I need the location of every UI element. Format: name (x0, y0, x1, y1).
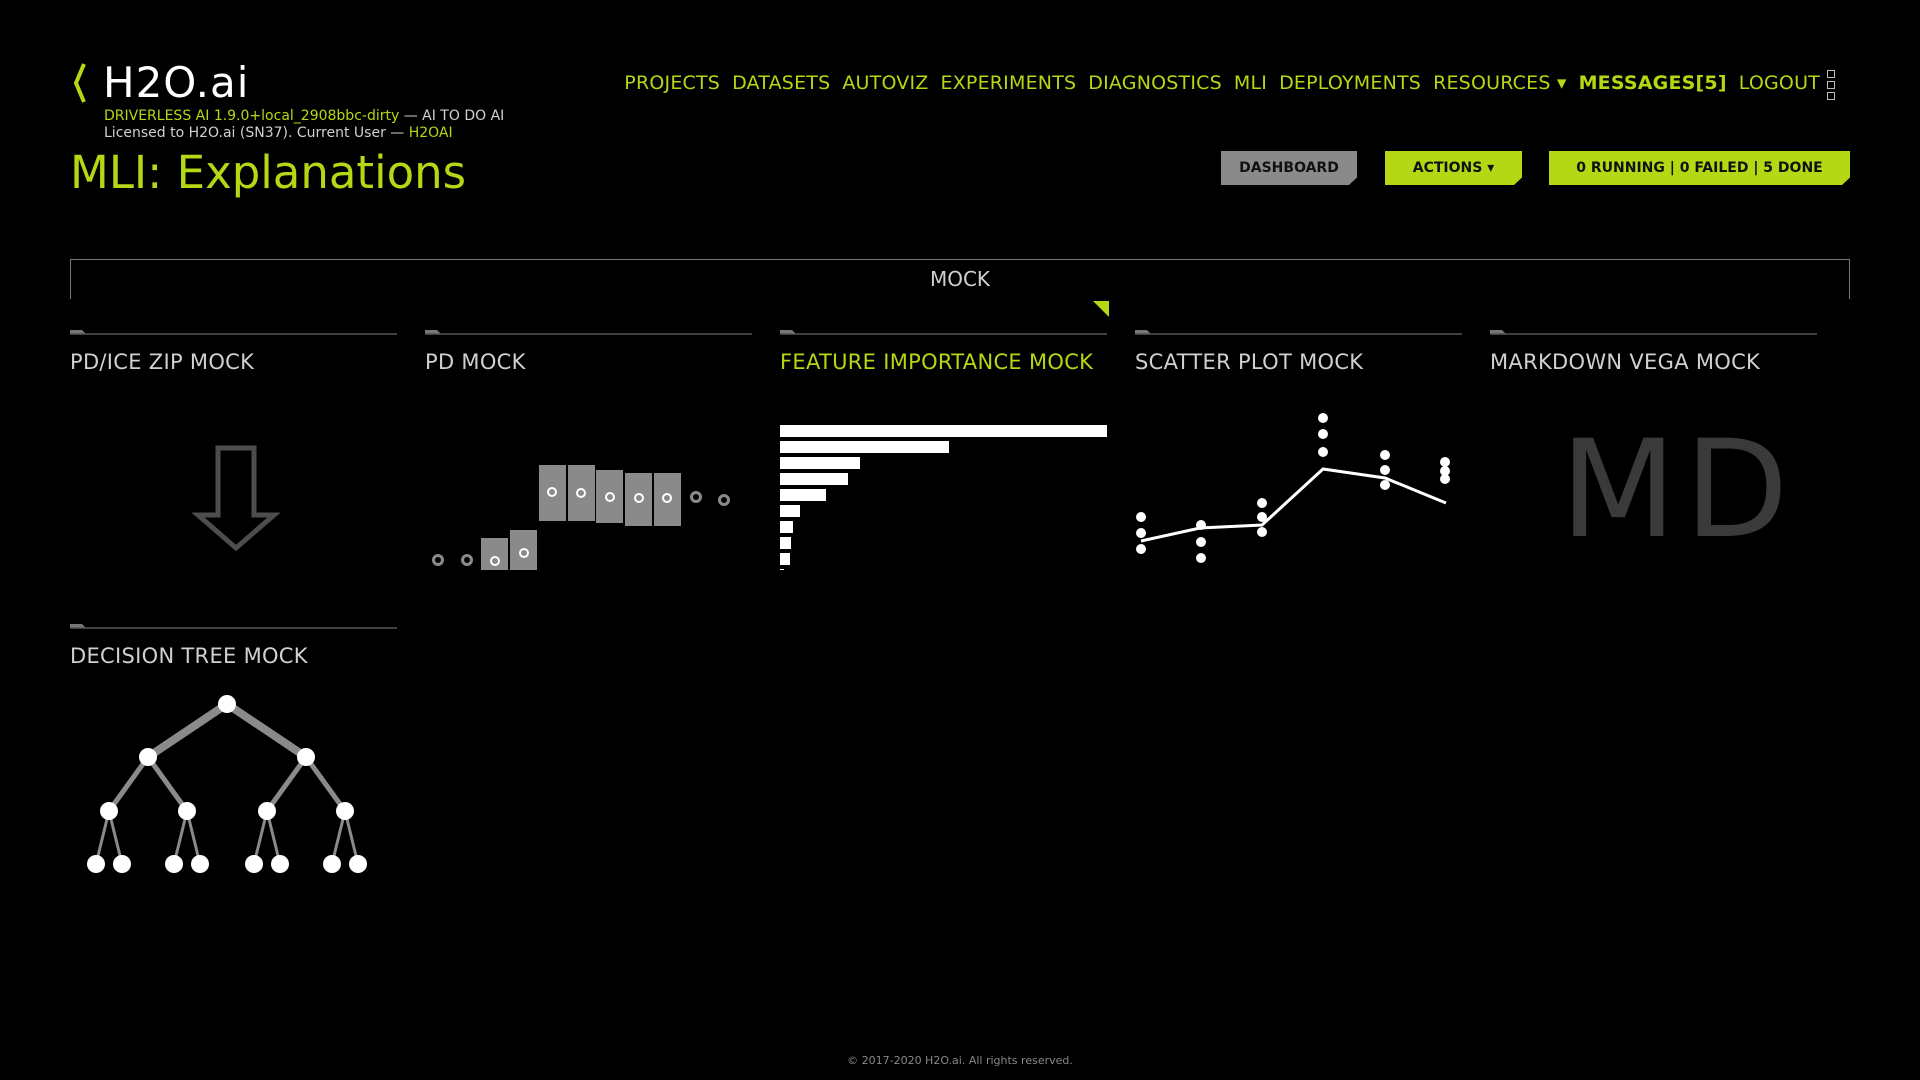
card-title: SCATTER PLOT MOCK (1135, 350, 1364, 374)
card-title: PD MOCK (425, 350, 526, 374)
logo-text: H2O.ai (103, 58, 250, 107)
card-pd[interactable]: PD MOCK (425, 330, 752, 590)
nav-autoviz[interactable]: AUTOVIZ (842, 72, 928, 94)
nav-messages[interactable]: MESSAGES[5] (1579, 72, 1727, 94)
card-rule (1135, 330, 1462, 335)
job-status-button[interactable]: 0 RUNNING | 0 FAILED | 5 DONE (1549, 151, 1850, 185)
card-title: PD/ICE ZIP MOCK (70, 350, 255, 374)
card-title: DECISION TREE MOCK (70, 644, 308, 668)
card-title: MARKDOWN VEGA MOCK (1490, 350, 1761, 374)
card-feature-importance[interactable]: FEATURE IMPORTANCE MOCK (780, 330, 1107, 590)
mock-tab-label: MOCK (929, 267, 991, 291)
footer-copyright: © 2017-2020 H2O.ai. All rights reserved. (847, 1054, 1073, 1067)
pd-mock-graphic (432, 465, 730, 570)
nav-deployments[interactable]: DEPLOYMENTS (1279, 72, 1421, 94)
current-user[interactable]: H2OAI (409, 125, 453, 141)
decision-tree-mock-graphic (87, 695, 367, 873)
card-rule (780, 330, 1107, 335)
card-rule (425, 330, 752, 335)
nav-experiments[interactable]: EXPERIMENTS (941, 72, 1077, 94)
nav-resources[interactable]: RESOURCES ▾ (1433, 72, 1567, 94)
nav-projects[interactable]: PROJECTS (624, 72, 720, 94)
markdown-glyph: MD (1560, 411, 1797, 568)
card-pd-ice-zip[interactable]: PD/ICE ZIP MOCK (70, 330, 397, 590)
bracket-logo-icon (73, 63, 86, 103)
license-info: Licensed to H2O.ai (SN37). Current User … (104, 125, 409, 141)
card-scatter-plot[interactable]: SCATTER PLOT MOCK (1135, 330, 1462, 590)
markdown-icon: MD (1490, 390, 1817, 570)
card-decision-tree[interactable]: DECISION TREE MOCK (70, 624, 397, 884)
scatter-plot-mock-graphic (1136, 413, 1450, 563)
nav-mli[interactable]: MLI (1234, 72, 1267, 94)
product-tagline: — AI TO DO AI (399, 108, 505, 124)
card-rule (70, 624, 397, 629)
top-nav: PROJECTS DATASETS AUTOVIZ EXPERIMENTS DI… (624, 72, 1820, 94)
card-title: FEATURE IMPORTANCE MOCK (780, 350, 1094, 374)
mock-tab[interactable]: MOCK (70, 259, 1850, 299)
page-title: MLI: Explanations (70, 146, 467, 199)
nav-datasets[interactable]: DATASETS (732, 72, 830, 94)
nav-logout[interactable]: LOGOUT (1739, 72, 1820, 94)
download-arrow-icon (191, 445, 281, 552)
selected-corner-icon (1093, 301, 1109, 317)
product-version: DRIVERLESS AI 1.9.0+local_2908bbc-dirty (104, 108, 400, 124)
card-rule (1490, 330, 1817, 335)
card-markdown-vega[interactable]: MARKDOWN VEGA MOCK MD (1490, 330, 1817, 590)
grid-menu-icon[interactable] (1827, 70, 1837, 102)
actions-button[interactable]: ACTIONS ▾ (1385, 151, 1522, 185)
nav-diagnostics[interactable]: DIAGNOSTICS (1088, 72, 1222, 94)
feature-importance-mock-graphic (780, 425, 1107, 570)
card-rule (70, 330, 397, 335)
version-info: DRIVERLESS AI 1.9.0+local_2908bbc-dirty … (104, 108, 504, 142)
dashboard-button[interactable]: DASHBOARD (1221, 151, 1357, 185)
